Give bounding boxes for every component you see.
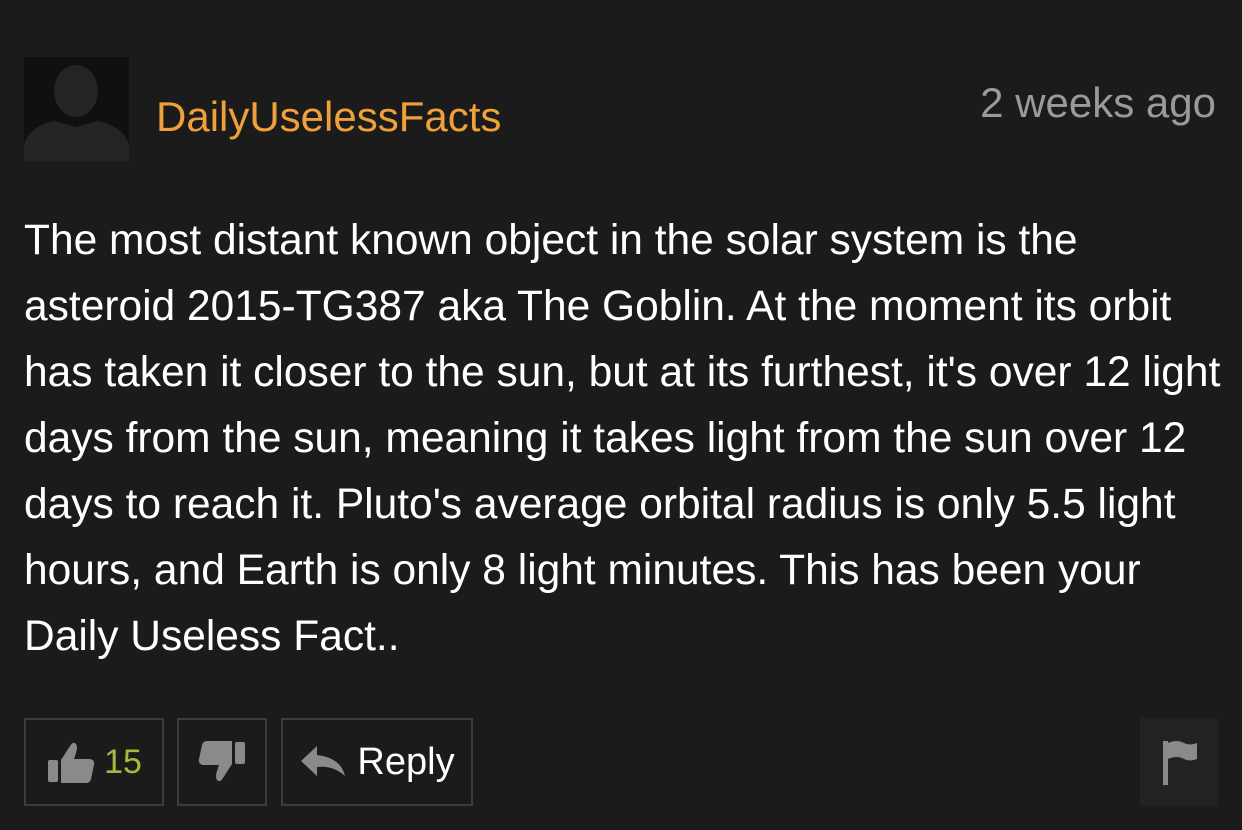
reply-arrow-icon [301, 746, 346, 776]
like-button[interactable]: 15 [24, 718, 164, 806]
flag-button[interactable] [1140, 718, 1218, 806]
comment: DailyUselessFacts 2 weeks ago The most d… [0, 0, 1242, 830]
avatar[interactable] [24, 57, 129, 161]
like-count: 15 [104, 742, 142, 781]
comment-text: The most distant known object in the sol… [24, 217, 1221, 660]
timestamp: 2 weeks ago [980, 79, 1216, 126]
thumbs-up-icon [48, 742, 95, 783]
reply-label: Reply [357, 740, 455, 783]
thumbs-down-icon [198, 741, 245, 782]
dislike-button[interactable] [177, 718, 267, 806]
username[interactable]: DailyUselessFacts [156, 92, 501, 142]
flag-icon [1163, 741, 1197, 785]
reply-button[interactable]: Reply [281, 718, 473, 806]
user-silhouette-icon [24, 65, 129, 161]
